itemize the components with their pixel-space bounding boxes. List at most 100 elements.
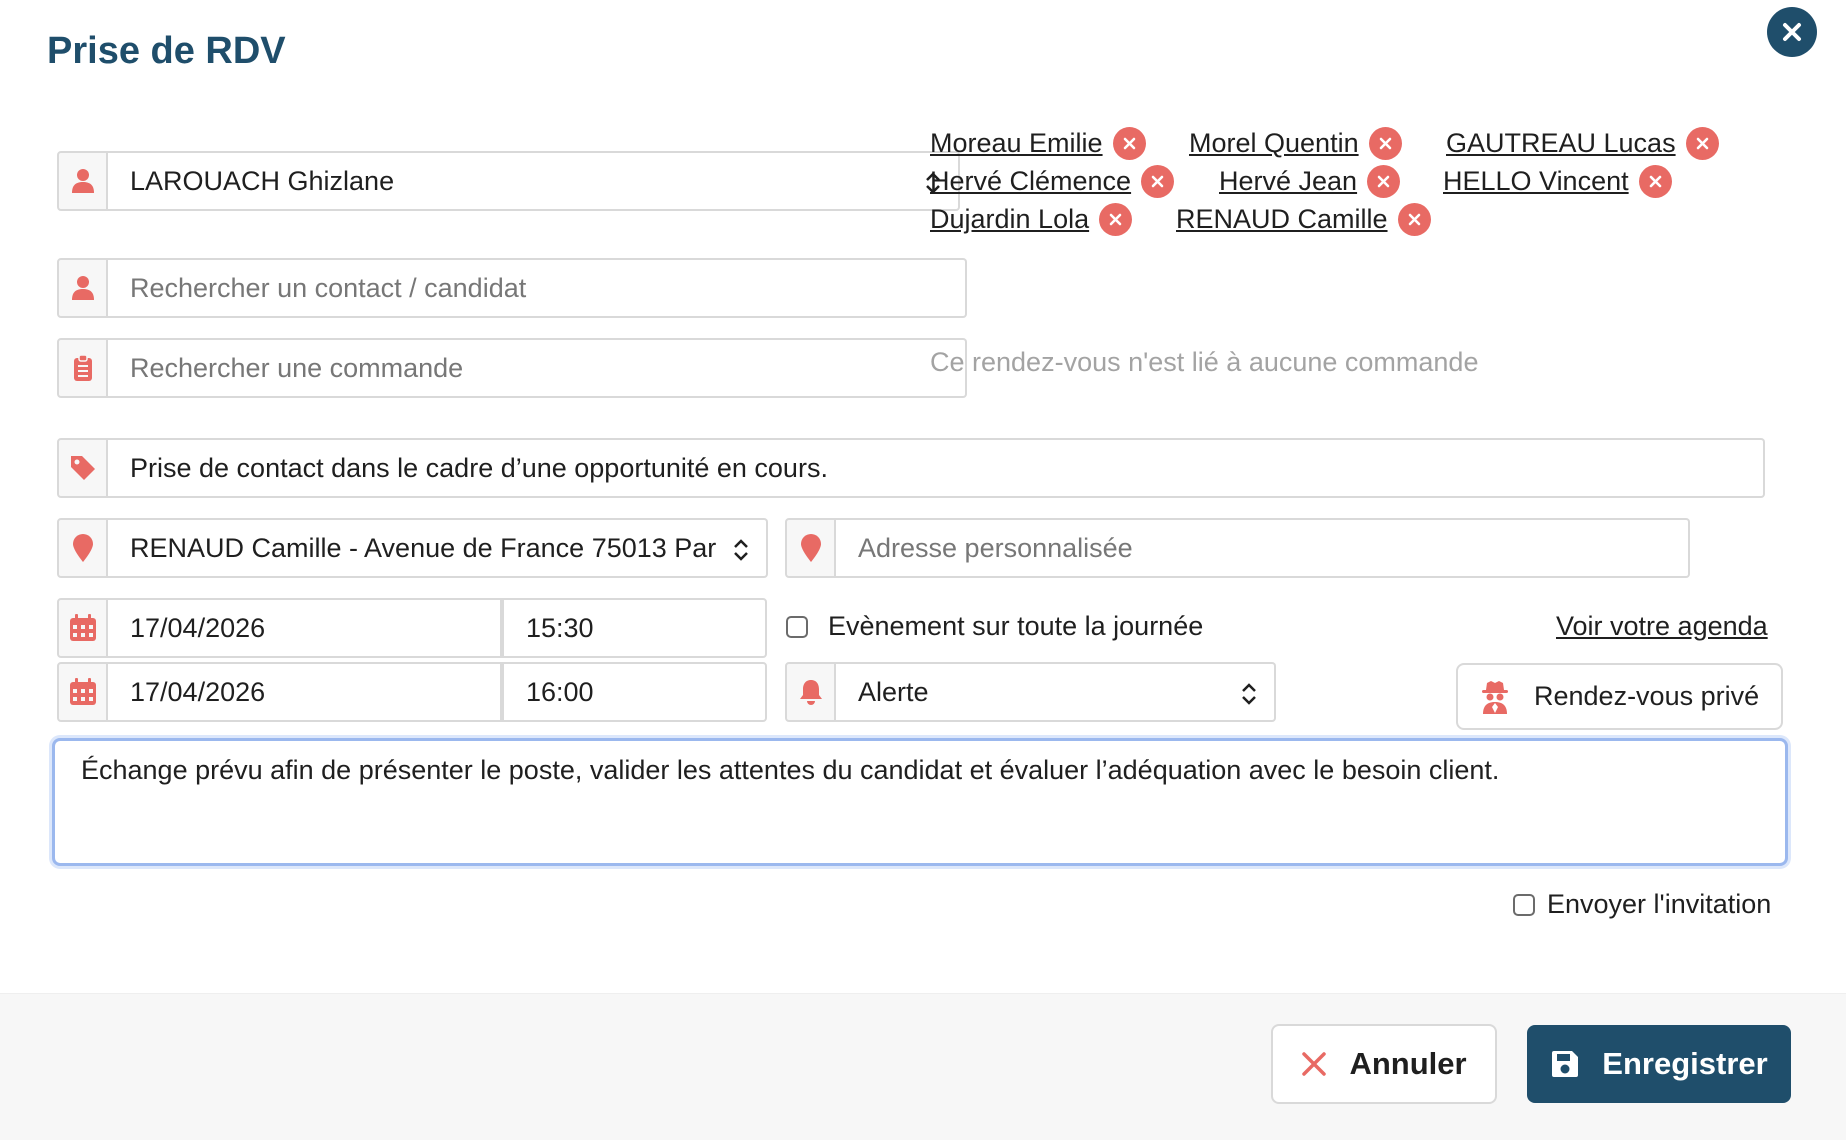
custom-address-group: Adresse personnalisée bbox=[785, 518, 1690, 578]
participant-chip: Hervé Clémence bbox=[930, 165, 1175, 198]
address-addon bbox=[57, 518, 108, 578]
x-icon bbox=[1302, 1052, 1327, 1076]
description-textarea[interactable]: Échange prévu afin de présenter le poste… bbox=[52, 738, 1788, 866]
close-icon bbox=[1696, 137, 1708, 150]
order-status-text: Ce rendez-vous n'est lié à aucune comman… bbox=[930, 347, 1479, 377]
custom-address-placeholder: Adresse personnalisée bbox=[858, 532, 1133, 563]
calendar-icon bbox=[69, 678, 96, 705]
bell-icon bbox=[799, 680, 822, 705]
contact-search-placeholder: Rechercher un contact / candidat bbox=[130, 272, 527, 303]
participant-chip: GAUTREAU Lucas bbox=[1446, 127, 1719, 160]
cancel-label: Annuler bbox=[1349, 1046, 1467, 1081]
participant-link[interactable]: GAUTREAU Lucas bbox=[1446, 128, 1676, 159]
select-chevron-icon bbox=[734, 539, 748, 561]
address-select-group: RENAUD Camille - Avenue de France 75013 … bbox=[57, 518, 768, 578]
private-appointment-button[interactable]: Rendez-vous privé bbox=[1456, 663, 1783, 730]
save-button[interactable]: Enregistrer bbox=[1527, 1025, 1791, 1103]
all-day-checkbox[interactable] bbox=[786, 615, 808, 638]
contact-search-input[interactable]: Rechercher un contact / candidat bbox=[108, 258, 967, 318]
custom-address-input[interactable]: Adresse personnalisée bbox=[836, 518, 1690, 578]
participant-chip: HELLO Vincent bbox=[1443, 165, 1672, 198]
close-icon bbox=[1377, 175, 1390, 188]
contact-addon bbox=[57, 258, 108, 318]
remove-participant-button[interactable] bbox=[1638, 165, 1672, 198]
remove-participant-button[interactable] bbox=[1099, 203, 1133, 236]
close-icon bbox=[1379, 137, 1391, 150]
view-agenda-link[interactable]: Voir votre agenda bbox=[1556, 611, 1768, 642]
close-button[interactable] bbox=[1767, 7, 1817, 57]
close-icon bbox=[1109, 213, 1122, 226]
address-select[interactable]: RENAUD Camille - Avenue de France 75013 … bbox=[108, 518, 768, 578]
end-time-input[interactable]: 16:00 bbox=[502, 662, 767, 722]
participant-chip: RENAUD Camille bbox=[1176, 203, 1431, 236]
description-text: Échange prévu afin de présenter le poste… bbox=[81, 755, 1500, 785]
order-search-input[interactable]: Rechercher une commande bbox=[108, 338, 967, 398]
participant-chip: Dujardin Lola bbox=[930, 203, 1133, 236]
remove-participant-button[interactable] bbox=[1367, 165, 1401, 198]
close-icon bbox=[1783, 23, 1801, 41]
remove-participant-button[interactable] bbox=[1397, 203, 1431, 236]
private-appointment-label: Rendez-vous privé bbox=[1534, 681, 1760, 711]
participant-link[interactable]: Dujardin Lola bbox=[930, 204, 1089, 235]
participant-chip: Morel Quentin bbox=[1189, 127, 1402, 160]
participant-chip: Hervé Jean bbox=[1219, 165, 1401, 198]
user-addon bbox=[57, 151, 108, 211]
remove-participant-button[interactable] bbox=[1685, 127, 1719, 160]
map-marker-icon bbox=[800, 534, 821, 562]
send-invitation-label: Envoyer l'invitation bbox=[1547, 889, 1772, 919]
cancel-button[interactable]: Annuler bbox=[1271, 1024, 1497, 1104]
subject-input[interactable]: Prise de contact dans le cadre d’une opp… bbox=[108, 438, 1765, 498]
all-day-row: Evènement sur toute la journée bbox=[786, 611, 1203, 642]
incognito-icon bbox=[1482, 680, 1508, 714]
dialog-title: Prise de RDV bbox=[47, 30, 286, 72]
alert-select-group: Alerte bbox=[785, 662, 1276, 722]
alert-select-value: Alerte bbox=[858, 676, 929, 707]
subject-group: Prise de contact dans le cadre d’une opp… bbox=[57, 438, 1765, 498]
participant-link[interactable]: Hervé Jean bbox=[1219, 166, 1357, 197]
participant-link[interactable]: Hervé Clémence bbox=[930, 166, 1131, 197]
close-icon bbox=[1123, 137, 1135, 150]
appointment-dialog: Prise de RDV LAROUACH Ghizlane Moreau Em… bbox=[0, 0, 1846, 1140]
end-datetime-group: 17/04/2026 16:00 bbox=[57, 662, 767, 722]
address-select-value: RENAUD Camille - Avenue de France 75013 … bbox=[130, 532, 716, 563]
save-label: Enregistrer bbox=[1602, 1046, 1768, 1081]
remove-participant-button[interactable] bbox=[1141, 165, 1175, 198]
start-date-input[interactable]: 17/04/2026 bbox=[108, 598, 502, 658]
clipboard-icon bbox=[73, 354, 92, 381]
subject-addon bbox=[57, 438, 108, 498]
calendar-icon bbox=[69, 614, 96, 641]
user-icon bbox=[71, 169, 94, 193]
order-addon bbox=[57, 338, 108, 398]
start-time-input[interactable]: 15:30 bbox=[502, 598, 767, 658]
remove-participant-button[interactable] bbox=[1368, 127, 1402, 160]
participant-link[interactable]: HELLO Vincent bbox=[1443, 166, 1629, 197]
send-invitation-row: Envoyer l'invitation bbox=[1513, 889, 1771, 920]
map-marker-icon bbox=[72, 534, 93, 562]
participant-link[interactable]: RENAUD Camille bbox=[1176, 204, 1388, 235]
custom-address-addon bbox=[785, 518, 836, 578]
start-date-value: 17/04/2026 bbox=[130, 612, 266, 643]
end-date-input[interactable]: 17/04/2026 bbox=[108, 662, 502, 722]
alert-select[interactable]: Alerte bbox=[836, 662, 1276, 722]
order-search-placeholder: Rechercher une commande bbox=[130, 352, 464, 383]
select-chevron-icon bbox=[1242, 683, 1256, 705]
participant-link[interactable]: Moreau Emilie bbox=[930, 128, 1103, 159]
contact-search-group: Rechercher un contact / candidat bbox=[57, 258, 967, 318]
all-day-label: Evènement sur toute la journée bbox=[828, 611, 1204, 641]
end-date-value: 17/04/2026 bbox=[130, 676, 266, 707]
end-date-addon bbox=[57, 662, 108, 722]
start-datetime-group: 17/04/2026 15:30 bbox=[57, 598, 767, 658]
close-icon bbox=[1151, 175, 1164, 188]
end-time-value: 16:00 bbox=[526, 676, 594, 707]
participant-link[interactable]: Morel Quentin bbox=[1189, 128, 1359, 159]
participant-chip: Moreau Emilie bbox=[930, 127, 1146, 160]
close-icon bbox=[1649, 175, 1661, 188]
user-select[interactable]: LAROUACH Ghizlane bbox=[108, 151, 960, 211]
start-date-addon bbox=[57, 598, 108, 658]
floppy-disk-icon bbox=[1552, 1051, 1579, 1077]
tag-icon bbox=[70, 456, 95, 480]
close-icon bbox=[1408, 213, 1420, 226]
remove-participant-button[interactable] bbox=[1112, 127, 1146, 160]
send-invitation-checkbox[interactable] bbox=[1513, 893, 1535, 916]
subject-value: Prise de contact dans le cadre d’une opp… bbox=[130, 452, 828, 483]
